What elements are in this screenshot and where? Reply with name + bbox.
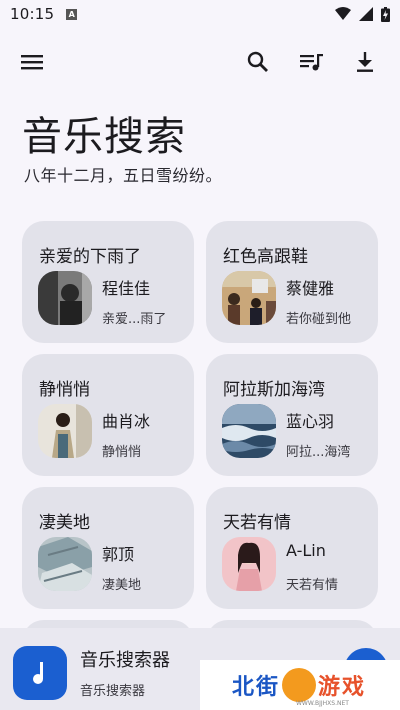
- watermark-text-right: 游戏: [318, 675, 367, 700]
- song-card[interactable]: 天若有情 A-Lin 天若有情: [206, 487, 378, 609]
- song-title: 亲爱的下雨了: [39, 247, 141, 267]
- music-note-icon: [33, 662, 43, 684]
- song-title: 红色高跟鞋: [223, 247, 308, 267]
- song-artist: 蔡健雅: [286, 279, 335, 298]
- song-artist: 郭顶: [102, 545, 135, 564]
- song-album: 亲爱...雨了: [102, 312, 167, 327]
- song-title: 阿拉斯加海湾: [223, 380, 325, 400]
- song-title: 凄美地: [39, 513, 90, 533]
- download-icon: [357, 52, 373, 72]
- player-art: [13, 646, 67, 700]
- song-artist: 蓝心羽: [286, 412, 335, 431]
- song-artist: A-Lin: [286, 541, 326, 560]
- menu-button[interactable]: [18, 48, 46, 76]
- playlist-music-icon: [300, 54, 323, 71]
- album-art: [222, 404, 276, 458]
- watermark: 北街 游戏 WWW.BJJHXS.NET: [200, 660, 400, 710]
- page-subtitle: 八年十二月，五日雪纷纷。: [24, 166, 223, 185]
- album-art: [38, 404, 92, 458]
- song-card[interactable]: 红色高跟鞋 蔡健雅 若你碰到他: [206, 221, 378, 343]
- status-time: 10:15: [10, 5, 55, 23]
- watermark-url: WWW.BJJHXS.NET: [296, 700, 349, 707]
- song-album: 若你碰到他: [286, 312, 352, 327]
- page-title: 音乐搜索: [22, 114, 186, 160]
- song-album: 凄美地: [102, 578, 142, 593]
- album-art: [38, 271, 92, 325]
- song-card[interactable]: 凄美地 郭顶 凄美地: [22, 487, 194, 609]
- song-card[interactable]: 静悄悄 曲肖冰 静悄悄: [22, 354, 194, 476]
- song-album: 静悄悄: [102, 445, 142, 460]
- song-title: 天若有情: [223, 513, 291, 533]
- status-icons: [335, 6, 390, 22]
- song-artist: 曲肖冰: [102, 412, 151, 431]
- song-card[interactable]: 亲爱的下雨了 程佳佳 亲爱...雨了: [22, 221, 194, 343]
- watermark-text-left: 北街: [232, 675, 281, 700]
- player-title: 音乐搜索器: [80, 650, 170, 671]
- wifi-icon: [335, 7, 351, 20]
- top-app-bar: [0, 40, 400, 84]
- song-album: 阿拉...海湾: [286, 445, 351, 460]
- notification-icon: A: [66, 8, 78, 20]
- album-art: [38, 537, 92, 591]
- battery-icon: [381, 6, 390, 22]
- status-bar: 10:15 A: [0, 0, 400, 28]
- album-art: [222, 271, 276, 325]
- search-button[interactable]: [244, 48, 272, 76]
- queue-button[interactable]: [298, 48, 326, 76]
- song-album: 天若有情: [286, 578, 339, 593]
- album-art: [222, 537, 276, 591]
- song-artist: 程佳佳: [102, 279, 151, 298]
- watermark-logo-icon: [282, 668, 317, 702]
- song-card[interactable]: 阿拉斯加海湾 蓝心羽 阿拉...海湾: [206, 354, 378, 476]
- signal-icon: [359, 7, 373, 21]
- player-subtitle: 音乐搜索器: [80, 684, 146, 699]
- download-button[interactable]: [351, 48, 379, 76]
- menu-icon: [21, 55, 43, 70]
- song-title: 静悄悄: [39, 380, 90, 400]
- search-icon: [247, 51, 268, 72]
